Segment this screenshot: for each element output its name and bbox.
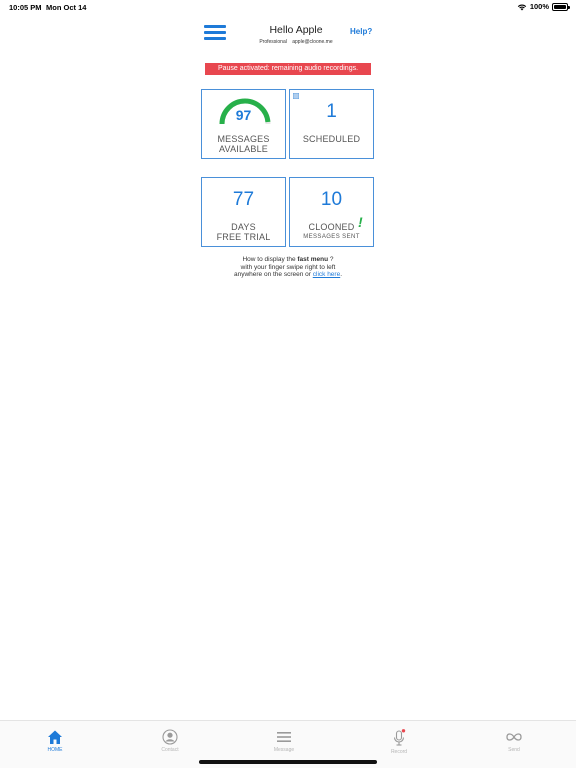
fast-menu-help: How to display the fast menu ? with your… xyxy=(196,256,380,279)
plan-label: Professional xyxy=(259,39,287,45)
help-line-1-suffix: ? xyxy=(328,256,334,263)
scheduled-count: 1 xyxy=(326,101,337,122)
status-time: 10:05 PM xyxy=(9,3,42,12)
hamburger-menu-button[interactable] xyxy=(204,25,226,40)
messages-label: MESSAGES xyxy=(217,134,270,144)
status-bar: 10:05 PM Mon Oct 14 100% xyxy=(0,0,576,14)
contact-icon xyxy=(162,729,178,745)
click-here-link[interactable]: click here xyxy=(313,271,340,278)
tab-home[interactable]: HOME xyxy=(25,729,85,753)
help-line-3-prefix: anywhere on the screen or xyxy=(233,271,313,278)
help-link[interactable]: Help? xyxy=(350,27,372,36)
clooned-count: 10 xyxy=(320,189,343,210)
clooned-tile[interactable]: 10 CLOONED MESSAGES SENT ! xyxy=(289,177,374,247)
messages-available-count: 97 xyxy=(235,107,252,123)
greeting-title: Hello Apple xyxy=(269,24,323,36)
calendar-grid-icon xyxy=(293,93,299,99)
help-line-1: How to display the fast menu ? xyxy=(196,256,380,264)
wifi-icon xyxy=(517,3,527,10)
tab-contact-label: Contact xyxy=(161,747,179,753)
tab-message[interactable]: Message xyxy=(254,729,314,753)
tab-record-label: Record xyxy=(390,749,408,755)
messages-available-tile[interactable]: 97 MESSAGES AVAILABLE xyxy=(201,89,286,159)
battery-percent: 100% xyxy=(529,2,549,11)
available-label: AVAILABLE xyxy=(219,144,268,154)
help-line-3: anywhere on the screen or click here. xyxy=(196,271,380,279)
tab-send-label: Send xyxy=(508,747,520,753)
exclamation-icon: ! xyxy=(358,214,363,230)
home-indicator xyxy=(199,760,377,764)
days-label: DAYS xyxy=(231,222,256,232)
help-line-2: with your finger swipe right to left xyxy=(240,263,336,271)
free-trial-label: FREE TRIAL xyxy=(216,232,271,242)
tab-contact[interactable]: Contact xyxy=(140,729,200,753)
trial-days-count: 77 xyxy=(232,189,255,210)
home-screen: 10:05 PM Mon Oct 14 100% Hello Apple Pro… xyxy=(0,0,576,768)
tab-message-label: Message xyxy=(273,747,295,753)
battery-icon xyxy=(552,2,570,11)
scheduled-tile[interactable]: 1 SCHEDULED xyxy=(289,89,374,159)
fast-menu-term: fast menu xyxy=(297,256,329,263)
status-date: Mon Oct 14 xyxy=(46,3,87,12)
scheduled-label: SCHEDULED xyxy=(302,134,361,144)
free-trial-tile[interactable]: 77 DAYS FREE TRIAL xyxy=(201,177,286,247)
account-info: Professional apple@cloone.me xyxy=(236,39,356,45)
microphone-icon xyxy=(393,729,406,746)
tab-home-label: HOME xyxy=(47,747,63,753)
tab-record[interactable]: Record xyxy=(369,729,429,755)
status-indicators: 100% xyxy=(517,2,570,11)
infinity-icon xyxy=(506,733,522,741)
help-line-3-suffix: . xyxy=(340,271,343,278)
home-icon xyxy=(48,730,62,744)
messages-sent-label: MESSAGES SENT xyxy=(303,234,360,240)
message-list-icon xyxy=(277,732,291,742)
tab-send[interactable]: Send xyxy=(484,729,544,753)
help-line-1-prefix: How to display the xyxy=(242,256,298,263)
pause-banner: Pause activated: remaining audio recordi… xyxy=(205,63,371,75)
account-email: apple@cloone.me xyxy=(292,39,333,45)
